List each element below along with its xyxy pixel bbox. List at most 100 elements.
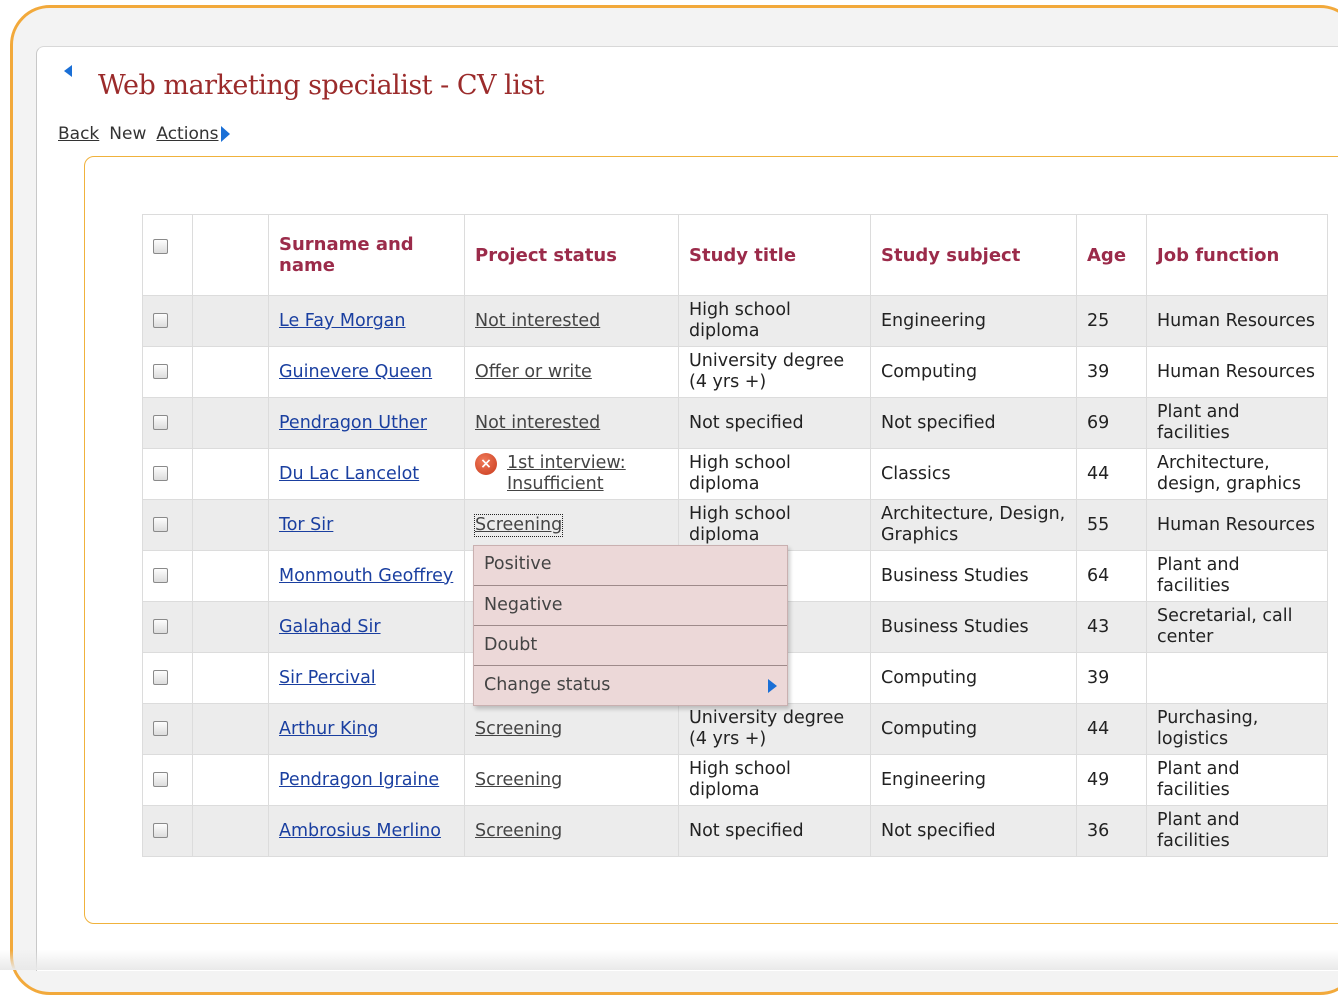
row-checkbox[interactable] — [153, 721, 168, 736]
project-status-link[interactable]: Screening — [475, 719, 562, 740]
cell-name: Pendragon Uther — [268, 397, 465, 449]
cell-job-function: Plant and facilities — [1146, 754, 1328, 806]
back-arrow-icon[interactable] — [64, 65, 72, 77]
cell-study-title: University degree (4 yrs +) — [678, 346, 871, 398]
header-age[interactable]: Age — [1076, 214, 1147, 296]
cell-name: Sir Percival — [268, 652, 465, 704]
cell-name: Monmouth Geoffrey — [268, 550, 465, 602]
cell-study-subject: Business Studies — [870, 601, 1077, 653]
cell-study-subject: Business Studies — [870, 550, 1077, 602]
candidate-name-link[interactable]: Ambrosius Merlino — [279, 821, 441, 841]
cell-study-title: Not specified — [678, 805, 871, 857]
error-x-icon: × — [475, 453, 497, 475]
cell-age: 39 — [1076, 652, 1147, 704]
cell-study-subject: Architecture, Design, Graphics — [870, 499, 1077, 551]
cell-status: Offer or write — [464, 346, 679, 398]
cell-job-function: Human Resources — [1146, 499, 1328, 551]
menu-item-negative[interactable]: Negative — [474, 586, 787, 626]
candidate-name-link[interactable]: Arthur King — [279, 719, 379, 739]
back-link[interactable]: Back — [58, 124, 99, 144]
bottom-shade — [0, 950, 1338, 970]
page-title: Web marketing specialist - CV list — [98, 70, 545, 101]
cell-name: Arthur King — [268, 703, 465, 755]
cell-status: × 1st interview: Insufficient — [464, 448, 679, 500]
cell-status: Screening — [464, 499, 679, 551]
header-study-subject[interactable]: Study subject — [870, 214, 1077, 296]
row-checkbox[interactable] — [153, 772, 168, 787]
cell-age: 49 — [1076, 754, 1147, 806]
cell-select — [142, 346, 193, 398]
project-status-link[interactable]: Screening — [473, 513, 564, 537]
cell-blank — [192, 703, 269, 755]
project-status-link[interactable]: Screening — [475, 770, 562, 791]
cell-status: Screening — [464, 805, 679, 857]
table-row[interactable]: Arthur King Screening University degree (4… — [142, 703, 1328, 755]
project-status-link[interactable]: Not interested — [475, 413, 600, 434]
project-status-link[interactable]: 1st interview: Insufficient — [507, 453, 668, 495]
cell-age: 69 — [1076, 397, 1147, 449]
menu-item-doubt[interactable]: Doubt — [474, 626, 787, 666]
cell-blank — [192, 499, 269, 551]
row-checkbox[interactable] — [153, 670, 168, 685]
cell-blank — [192, 448, 269, 500]
actions-arrow-icon[interactable] — [221, 126, 231, 142]
cell-job-function: Purchasing, logistics — [1146, 703, 1328, 755]
submenu-arrow-icon — [768, 679, 777, 693]
cell-job-function: Human Resources — [1146, 346, 1328, 398]
cell-name: Tor Sir — [268, 499, 465, 551]
cell-age: 44 — [1076, 703, 1147, 755]
table-row[interactable]: Tor Sir Screening High school diploma Archi… — [142, 499, 1328, 551]
cell-study-title: Not specified — [678, 397, 871, 449]
row-checkbox[interactable] — [153, 415, 168, 430]
row-checkbox[interactable] — [153, 364, 168, 379]
cell-study-subject: Engineering — [870, 754, 1077, 806]
cell-status: Screening — [464, 754, 679, 806]
cell-select — [142, 652, 193, 704]
actions-link[interactable]: Actions — [156, 124, 218, 144]
cell-age: 55 — [1076, 499, 1147, 551]
candidate-name-link[interactable]: Monmouth Geoffrey — [279, 566, 453, 586]
cell-select — [142, 601, 193, 653]
table-header-row: Surname and name Project status Study ti… — [142, 214, 1328, 296]
project-status-link[interactable]: Offer or write — [475, 362, 592, 383]
row-checkbox[interactable] — [153, 568, 168, 583]
row-checkbox[interactable] — [153, 823, 168, 838]
table-row[interactable]: Pendragon Uther Not interested Not specifi… — [142, 397, 1328, 449]
candidate-name-link[interactable]: Le Fay Morgan — [279, 311, 406, 331]
row-checkbox[interactable] — [153, 517, 168, 532]
project-status-link[interactable]: Screening — [475, 821, 562, 842]
cell-name: Le Fay Morgan — [268, 295, 465, 347]
table-row[interactable]: Pendragon Igraine Screening High school di… — [142, 754, 1328, 806]
header-name[interactable]: Surname and name — [268, 214, 465, 296]
row-checkbox[interactable] — [153, 619, 168, 634]
header-status[interactable]: Project status — [464, 214, 679, 296]
cell-name: Galahad Sir — [268, 601, 465, 653]
table-row[interactable]: Guinevere Queen Offer or write University … — [142, 346, 1328, 398]
row-checkbox[interactable] — [153, 466, 168, 481]
select-all-checkbox[interactable] — [153, 239, 168, 254]
table-row[interactable]: Ambrosius Merlino Screening Not specified N… — [142, 805, 1328, 857]
header-select-all — [142, 214, 193, 296]
candidate-name-link[interactable]: Sir Percival — [279, 668, 376, 688]
header-study-title[interactable]: Study title — [678, 214, 871, 296]
menu-item-change-status[interactable]: Change status — [474, 666, 787, 705]
candidate-name-link[interactable]: Pendragon Igraine — [279, 770, 439, 790]
table-row[interactable]: Le Fay Morgan Not interested High school d… — [142, 295, 1328, 347]
candidate-name-link[interactable]: Galahad Sir — [279, 617, 381, 637]
cell-age: 36 — [1076, 805, 1147, 857]
cell-select — [142, 397, 193, 449]
menu-item-change-status-label: Change status — [484, 675, 611, 695]
candidate-name-link[interactable]: Pendragon Uther — [279, 413, 427, 433]
menu-item-positive[interactable]: Positive — [474, 546, 787, 586]
header-job-function[interactable]: Job function — [1146, 214, 1328, 296]
cell-study-title: University degree (4 yrs +) — [678, 703, 871, 755]
project-status-link[interactable]: Not interested — [475, 311, 600, 332]
candidate-name-link[interactable]: Guinevere Queen — [279, 362, 432, 382]
header-blank — [192, 214, 269, 296]
cell-age: 44 — [1076, 448, 1147, 500]
table-row[interactable]: Du Lac Lancelot × 1st interview: Insuffici… — [142, 448, 1328, 500]
candidate-name-link[interactable]: Du Lac Lancelot — [279, 464, 419, 484]
cell-status: Not interested — [464, 397, 679, 449]
row-checkbox[interactable] — [153, 313, 168, 328]
candidate-name-link[interactable]: Tor Sir — [279, 515, 333, 535]
